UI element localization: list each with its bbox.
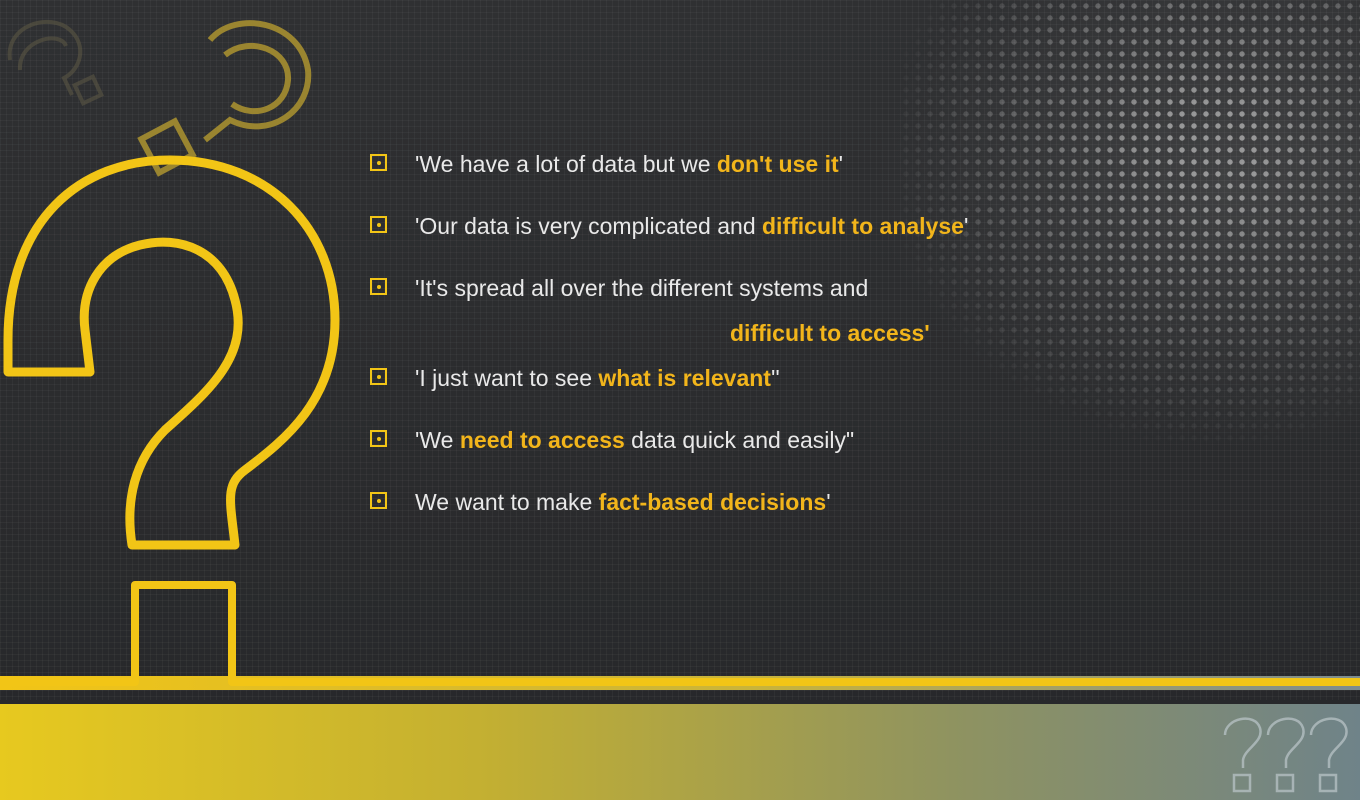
list-item: 'We have a lot of data but we don't use … (370, 150, 1070, 178)
list-item: 'Our data is very complicated and diffic… (370, 212, 1070, 240)
list-item: 'I just want to see what is relevant'' (370, 364, 1070, 392)
quote-highlight: fact-based decisions (598, 489, 827, 515)
triple-question-mark-icon (1223, 717, 1348, 793)
quote-highlight: difficult to analyse (762, 213, 964, 239)
checkbox-bullet-icon (370, 368, 387, 385)
quote-text-end: ' (826, 489, 831, 515)
list-item: 'We need to access data quick and easily… (370, 426, 1070, 454)
list-item: We want to make fact-based decisions' (370, 488, 1070, 516)
quote-text: 'Our data is very complicated and (415, 213, 762, 239)
quote-text: 'It's spread all over the different syst… (415, 275, 869, 301)
quote-text: 'We have a lot of data but we (415, 151, 717, 177)
slide-background: 'We have a lot of data but we don't use … (0, 0, 1360, 800)
quote-text: 'We (415, 427, 460, 453)
checkbox-bullet-icon (370, 430, 387, 447)
quote-highlight: need to access (459, 427, 625, 453)
small-question-mark-icon (137, 20, 312, 177)
quote-text-end: ' (963, 213, 969, 239)
checkbox-bullet-icon (370, 278, 387, 295)
faint-question-mark-icon (7, 20, 104, 106)
quote-text-end: data quick and easily" (624, 427, 855, 453)
checkbox-bullet-icon (370, 154, 387, 171)
quote-list: 'We have a lot of data but we don't use … (370, 150, 1070, 550)
checkbox-bullet-icon (370, 216, 387, 233)
quote-highlight: difficult to access' (730, 320, 930, 346)
quote-text-end: '' (770, 365, 780, 391)
quote-highlight: what is relevant (598, 365, 771, 391)
quote-text: We want to make (415, 489, 599, 515)
quote-text-end: ' (838, 151, 844, 177)
quote-text: 'I just want to see (415, 365, 599, 391)
checkbox-bullet-icon (370, 492, 387, 509)
list-item: 'It's spread all over the different syst… (370, 274, 1070, 356)
quote-highlight: don't use it (716, 151, 839, 177)
